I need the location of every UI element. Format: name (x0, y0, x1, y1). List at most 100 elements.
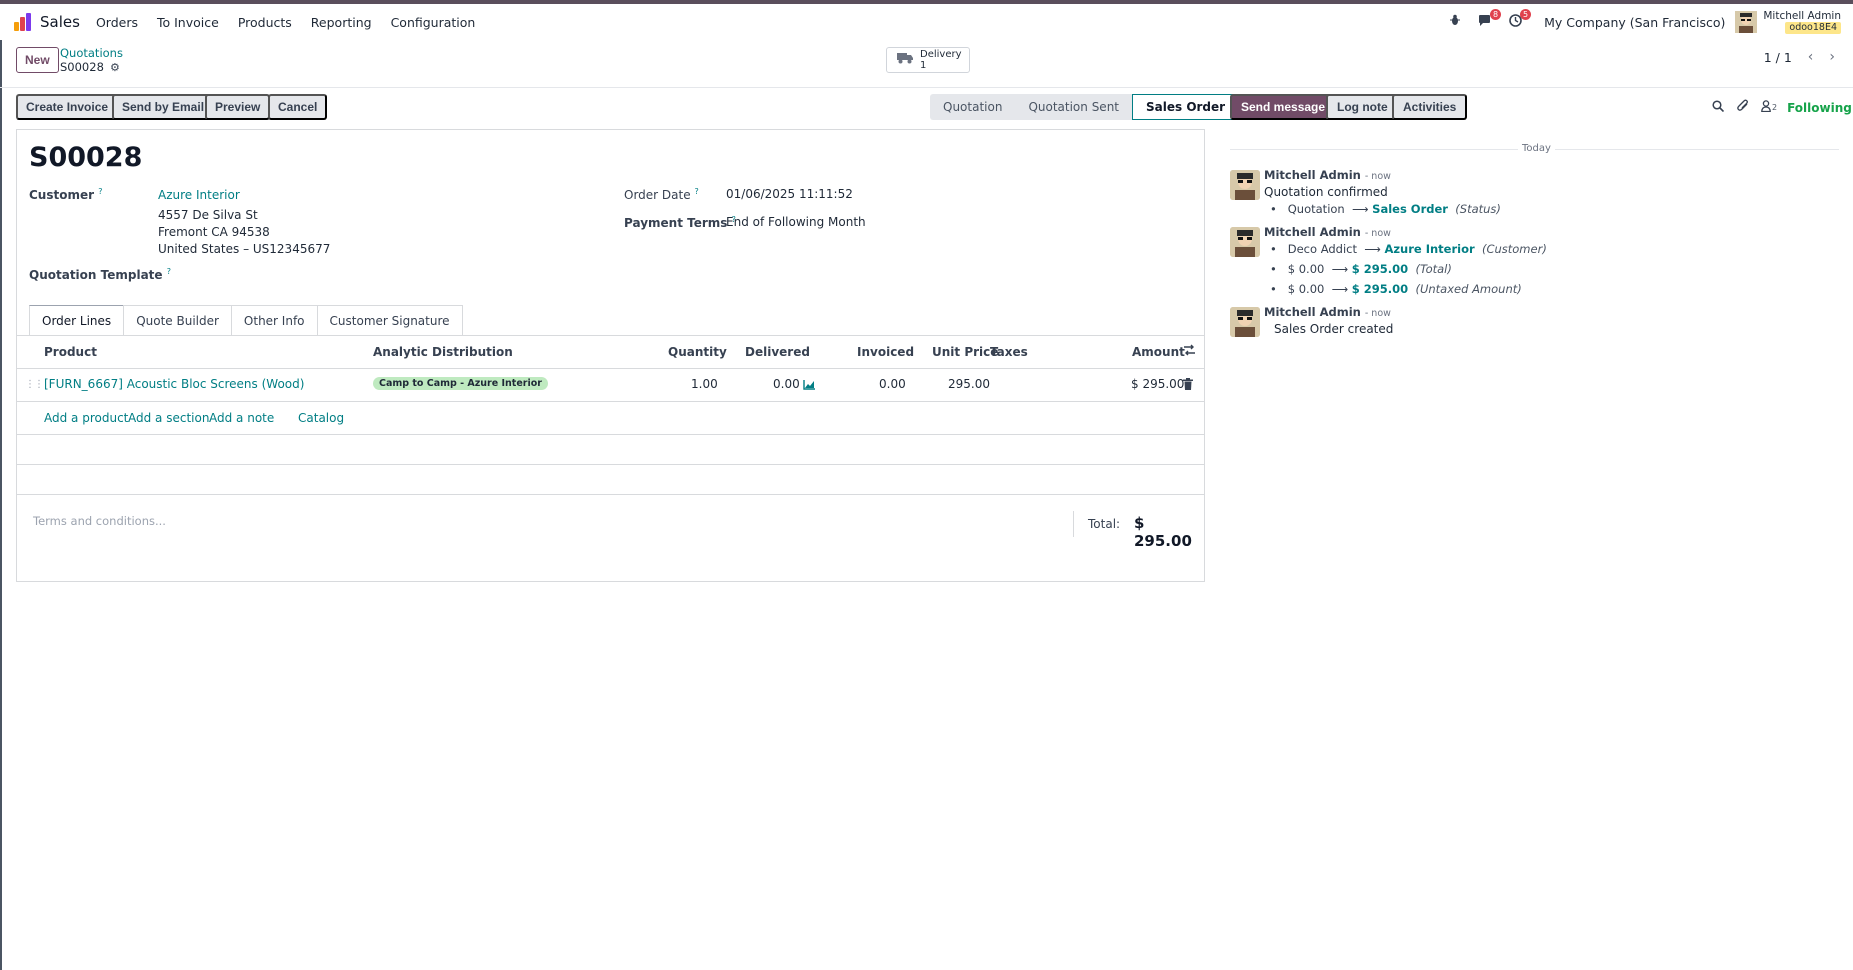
chat-icon[interactable]: 8 (1478, 8, 1502, 31)
breadcrumb: Quotations S00028 ⚙ (60, 46, 123, 75)
tab-quote-builder[interactable]: Quote Builder (123, 305, 232, 335)
address-line: Fremont CA 94538 (158, 225, 270, 239)
paperclip-icon[interactable] (1737, 99, 1749, 116)
preview-button[interactable]: Preview (205, 94, 271, 120)
col-invoiced[interactable]: Invoiced (857, 345, 914, 359)
order-date-label: Order Date ? (624, 187, 699, 202)
order-title: S00028 (29, 142, 143, 173)
delivery-smart-button[interactable]: Delivery 1 (886, 47, 970, 73)
add-product-link[interactable]: Add a product (44, 411, 128, 425)
optional-columns-icon[interactable] (1183, 344, 1196, 360)
new-button[interactable]: New (16, 47, 59, 73)
message-author-avatar[interactable] (1230, 307, 1260, 337)
line-unit-price[interactable]: 295.00 (948, 377, 990, 391)
row-divider (17, 434, 1204, 435)
gear-icon[interactable]: ⚙ (110, 61, 120, 74)
trash-icon[interactable] (1183, 378, 1193, 394)
chatter-tools: 2 Following (1712, 99, 1852, 116)
total-separator (1073, 511, 1074, 537)
delivery-count: 1 (920, 60, 927, 71)
col-delivered[interactable]: Delivered (745, 345, 810, 359)
col-product[interactable]: Product (44, 345, 97, 359)
stage-quotation-sent[interactable]: Quotation Sent (1015, 94, 1132, 120)
window-left-edge (0, 40, 2, 970)
line-delivered[interactable]: 0.00 (773, 377, 800, 391)
activities-button[interactable]: Activities (1392, 94, 1468, 120)
message-body: Quotation confirmed (1264, 185, 1388, 199)
payment-terms-field[interactable]: End of Following Month (726, 215, 866, 229)
menu-orders[interactable]: Orders (96, 15, 138, 30)
menu-to-invoice[interactable]: To Invoice (157, 15, 219, 30)
clock-icon[interactable]: 5 (1509, 8, 1532, 31)
catalog-link[interactable]: Catalog (298, 411, 344, 425)
company-switcher[interactable]: My Company (San Francisco) (1544, 15, 1725, 30)
database-name: odoo18E4 (1785, 22, 1841, 34)
messages-badge: 8 (1490, 8, 1502, 20)
col-amount[interactable]: Amount (1132, 345, 1185, 359)
add-section-link[interactable]: Add a section (128, 411, 209, 425)
line-quantity[interactable]: 1.00 (691, 377, 718, 391)
row-divider (17, 464, 1204, 465)
terms-conditions-input[interactable]: Terms and conditions... (33, 514, 166, 528)
stage-sales-order[interactable]: Sales Order (1132, 94, 1240, 120)
col-taxes[interactable]: Taxes (990, 345, 1028, 359)
message-body: Sales Order created (1274, 322, 1394, 336)
activities-badge: 5 (1520, 8, 1532, 20)
menu-configuration[interactable]: Configuration (391, 15, 476, 30)
today-label: Today (1518, 143, 1555, 154)
add-note-link[interactable]: Add a note (209, 411, 274, 425)
tab-other-info[interactable]: Other Info (230, 305, 318, 335)
line-product[interactable]: [FURN_6667] Acoustic Bloc Screens (Wood) (44, 377, 304, 391)
tab-order-lines[interactable]: Order Lines (29, 305, 125, 335)
row-divider (17, 494, 1204, 495)
app-name[interactable]: Sales (40, 13, 80, 31)
message-author-avatar[interactable] (1230, 227, 1260, 257)
menu-reporting[interactable]: Reporting (311, 15, 372, 30)
tab-customer-signature[interactable]: Customer Signature (316, 305, 463, 335)
control-panel: New Quotations S00028 ⚙ Delivery 1 1 / 1… (0, 40, 1853, 88)
user-name: Mitchell Admin (1763, 10, 1841, 22)
customer-label: Customer ? (29, 187, 103, 202)
cancel-button[interactable]: Cancel (268, 94, 328, 120)
chevron-left-icon[interactable]: ‹ (1808, 49, 1814, 65)
order-date-field[interactable]: 01/06/2025 11:11:52 (726, 187, 853, 201)
delivery-label: Delivery (920, 49, 962, 60)
address-line: 4557 De Silva St (158, 208, 258, 222)
user-avatar[interactable] (1735, 11, 1758, 33)
analytic-tag[interactable]: Camp to Camp - Azure Interior (373, 377, 548, 390)
search-icon[interactable] (1712, 99, 1725, 116)
user-menu[interactable]: Mitchell Admin odoo18E4 (1763, 10, 1841, 34)
tracking-change: • Quotation ⟶ Sales Order (Status) (1270, 202, 1501, 216)
following-button[interactable]: Following (1787, 101, 1852, 115)
stage-quotation[interactable]: Quotation (930, 94, 1016, 120)
pager-value[interactable]: 1 / 1 (1764, 50, 1792, 65)
chevron-right-icon[interactable]: › (1829, 49, 1835, 65)
col-analytic-distribution[interactable]: Analytic Distribution (373, 345, 513, 359)
form-sheet: S00028 Customer ? Azure Interior 4557 De… (16, 129, 1205, 582)
col-unit-price[interactable]: Unit Price (932, 345, 998, 359)
followers-icon[interactable] (1761, 99, 1771, 116)
line-invoiced[interactable]: 0.00 (879, 377, 906, 391)
create-invoice-button[interactable]: Create Invoice (16, 94, 119, 120)
tracking-change: • $ 0.00 ⟶ $ 295.00 (Total) (1270, 262, 1452, 276)
message-author-avatar[interactable] (1230, 170, 1260, 200)
form-tabs: Order Lines Quote Builder Other Info Cus… (29, 305, 463, 335)
log-note-button[interactable]: Log note (1326, 94, 1399, 120)
breadcrumb-quotations[interactable]: Quotations (60, 46, 123, 60)
sales-app-logo-icon[interactable] (14, 13, 32, 31)
main-navbar: Sales Orders To Invoice Products Reporti… (0, 4, 1853, 40)
tabs-divider (17, 335, 1204, 336)
message-author: Mitchell Admin - now (1264, 168, 1391, 182)
total-value: $ 295.00 (1134, 514, 1192, 550)
forecast-chart-icon[interactable] (803, 379, 816, 394)
col-quantity[interactable]: Quantity (668, 345, 727, 359)
breadcrumb-current: S00028 (60, 60, 104, 74)
message-author: Mitchell Admin - now (1264, 305, 1391, 319)
menu-products[interactable]: Products (238, 15, 292, 30)
bug-icon[interactable] (1449, 14, 1461, 30)
customer-field[interactable]: Azure Interior (158, 188, 240, 202)
quotation-template-label: Quotation Template ? (29, 267, 171, 282)
drag-handle-icon[interactable]: ⋮⋮ (25, 379, 44, 390)
send-by-email-button[interactable]: Send by Email (112, 94, 215, 120)
send-message-button[interactable]: Send message (1230, 94, 1337, 120)
